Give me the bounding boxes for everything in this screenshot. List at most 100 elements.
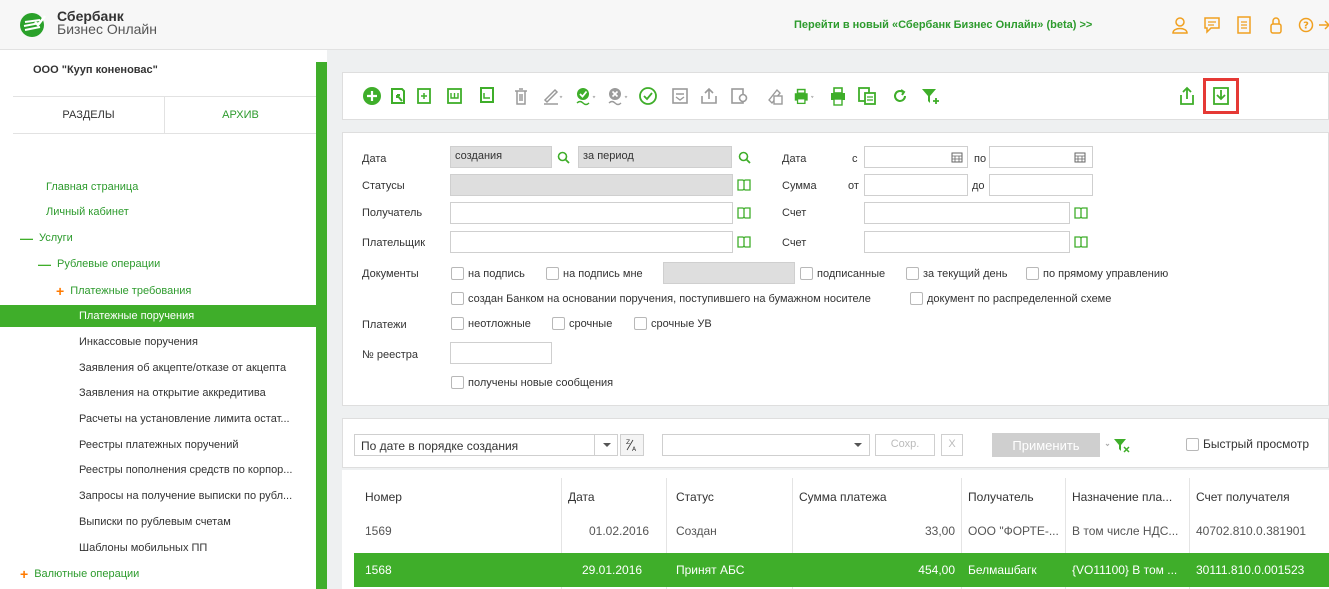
delete-icon[interactable]: [509, 84, 533, 108]
column-header-recipient[interactable]: Получатель: [968, 490, 1034, 504]
checkbox[interactable]: [451, 317, 464, 330]
check-icon[interactable]: [636, 84, 660, 108]
sidebar-item-corporate-registries[interactable]: Реестры пополнения средств по корпор...: [0, 459, 316, 481]
copy-icon[interactable]: [413, 84, 437, 108]
column-header-date[interactable]: Дата: [568, 490, 595, 504]
apply-button[interactable]: Применить: [992, 433, 1100, 457]
export-icon[interactable]: [697, 84, 721, 108]
logout-icon[interactable]: [1317, 12, 1329, 38]
statuses-input[interactable]: [450, 174, 733, 196]
sidebar-item-statement-requests[interactable]: Запросы на получение выписки по рубл...: [0, 485, 316, 507]
account-input[interactable]: [864, 202, 1070, 224]
checkbox[interactable]: [906, 267, 919, 280]
calendar-icon[interactable]: [946, 146, 968, 168]
collapse-icon[interactable]: —: [20, 231, 33, 246]
calendar-icon[interactable]: [1069, 146, 1091, 168]
checkbox[interactable]: [910, 292, 923, 305]
column-header-amount[interactable]: Сумма платежа: [799, 490, 887, 504]
registry-input[interactable]: [450, 342, 552, 364]
chevron-down-icon[interactable]: [594, 434, 618, 456]
organization-name[interactable]: ООО "Кууп коненовас": [33, 64, 158, 76]
checkbox[interactable]: [634, 317, 647, 330]
sidebar-item-letter-of-credit[interactable]: Заявления на открытие аккредитива: [0, 382, 316, 404]
clear-filter-icon[interactable]: [1103, 434, 1133, 456]
tab-archive[interactable]: АРХИВ: [165, 97, 316, 133]
download-icon[interactable]: [1203, 78, 1239, 114]
checkbox-new-messages[interactable]: получены новые сообщения: [451, 376, 613, 389]
table-row-selected[interactable]: 1568 29.01.2016 Принят АБС 454,00 Белмаш…: [354, 553, 1329, 587]
collapse-icon[interactable]: —: [38, 257, 51, 272]
checkbox[interactable]: [552, 317, 565, 330]
sidebar-item-balance-limit[interactable]: Расчеты на установление лимита остат...: [0, 408, 316, 430]
checkbox-created-by-bank[interactable]: создан Банком на основании поручения, по…: [451, 292, 871, 305]
print-preview-icon[interactable]: [727, 84, 751, 108]
date-type-select[interactable]: создания: [450, 146, 552, 168]
sidebar-item-ruble-statements[interactable]: Выписки по рублевым счетам: [0, 511, 316, 533]
sberbank-logo-icon[interactable]: [18, 11, 48, 39]
sort-direction-icon[interactable]: ZA: [620, 434, 644, 456]
quick-view-checkbox[interactable]: Быстрый просмотр: [1186, 437, 1309, 451]
archive-icon[interactable]: [855, 84, 879, 108]
help-icon[interactable]: ?: [1293, 12, 1319, 38]
sidebar-item-collection-orders[interactable]: Инкассовые поручения: [0, 331, 316, 353]
checkbox-for-sign[interactable]: на подпись: [451, 267, 525, 280]
checkbox-direct-control[interactable]: по прямому управлению: [1026, 267, 1168, 280]
sign-icon[interactable]: [573, 84, 597, 108]
amount-from-input[interactable]: [864, 174, 968, 196]
sidebar-item-services[interactable]: — Услуги: [0, 227, 316, 249]
checkbox-signed[interactable]: подписанные: [800, 267, 885, 280]
clear-filter-button[interactable]: X: [941, 434, 963, 456]
user-icon[interactable]: [1167, 12, 1193, 38]
sidebar-item-currency-operations[interactable]: + Валютные операции: [0, 563, 316, 585]
panel-splitter[interactable]: [316, 62, 327, 589]
checkbox-fast[interactable]: срочные: [552, 317, 612, 330]
book-icon[interactable]: [733, 231, 755, 253]
chevron-down-icon[interactable]: [846, 434, 870, 456]
book-icon[interactable]: [1070, 231, 1092, 253]
sign-filter-field[interactable]: [663, 262, 795, 284]
book-icon[interactable]: [733, 174, 755, 196]
edit-icon[interactable]: [540, 84, 564, 108]
refresh-icon[interactable]: [888, 84, 912, 108]
checkbox[interactable]: [451, 267, 464, 280]
checkbox[interactable]: [1026, 267, 1039, 280]
print-icon[interactable]: [792, 84, 816, 108]
sidebar-item-home[interactable]: Главная страница: [0, 176, 316, 198]
create-from-template-icon[interactable]: [476, 84, 500, 108]
print-list-icon[interactable]: [827, 84, 851, 108]
checkbox-for-sign-me[interactable]: на подпись мне: [546, 267, 643, 280]
lock-icon[interactable]: [1263, 12, 1289, 38]
chat-icon[interactable]: [1199, 12, 1225, 38]
account2-input[interactable]: [864, 231, 1070, 253]
upload-icon[interactable]: [1175, 84, 1199, 108]
saved-filter-select[interactable]: [662, 434, 870, 456]
sidebar-item-cabinet[interactable]: Личный кабинет: [0, 201, 316, 223]
send-icon[interactable]: [668, 84, 692, 108]
copy-template-icon[interactable]: [443, 84, 467, 108]
open-icon[interactable]: [386, 84, 410, 108]
column-header-status[interactable]: Статус: [676, 490, 714, 504]
column-header-number[interactable]: Номер: [365, 490, 402, 504]
search-icon[interactable]: [552, 146, 574, 168]
save-filter-button[interactable]: Сохр.: [875, 434, 935, 456]
sort-select[interactable]: По дате в порядке создания: [354, 434, 618, 456]
book-icon[interactable]: [1070, 202, 1092, 224]
filter-icon[interactable]: [919, 84, 943, 108]
sidebar-item-mobile-templates[interactable]: Шаблоны мобильных ПП: [0, 537, 316, 559]
sidebar-item-acceptance-statements[interactable]: Заявления об акцепте/отказе от акцепта: [0, 357, 316, 379]
sidebar-item-payment-requests[interactable]: + Платежные требования: [0, 280, 316, 302]
remove-sign-icon[interactable]: [605, 84, 629, 108]
checkbox[interactable]: [800, 267, 813, 280]
date-period-select[interactable]: за период: [578, 146, 732, 168]
tab-sections[interactable]: РАЗДЕЛЫ: [13, 97, 165, 133]
new-version-link[interactable]: Перейти в новый «Сбербанк Бизнес Онлайн»…: [794, 19, 1092, 31]
checkbox[interactable]: [546, 267, 559, 280]
checkbox-today[interactable]: за текущий день: [906, 267, 1007, 280]
checkbox-distributed[interactable]: документ по распределенной схеме: [910, 292, 1111, 305]
expand-icon[interactable]: +: [56, 283, 64, 299]
notes-icon[interactable]: [763, 84, 787, 108]
sidebar-item-ruble-operations[interactable]: — Рублевые операции: [0, 253, 316, 275]
column-header-purpose[interactable]: Назначение пла...: [1072, 490, 1172, 504]
checkbox-urgent[interactable]: неотложные: [451, 317, 531, 330]
payer-input[interactable]: [450, 231, 733, 253]
